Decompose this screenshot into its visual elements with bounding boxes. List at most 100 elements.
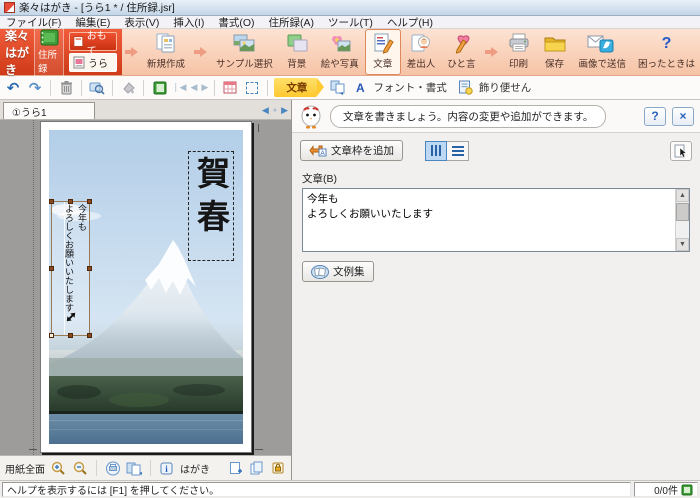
resize-handle-tl[interactable]	[49, 199, 54, 204]
text-button[interactable]: 文章	[364, 29, 401, 75]
multi-page-view-icon[interactable]	[126, 460, 143, 477]
guide-bubble: 文章を書きましょう。内容の変更や追加ができます。	[330, 104, 607, 128]
zoom-out-icon[interactable]	[72, 460, 89, 477]
copy-page-icon[interactable]	[248, 460, 265, 477]
resize-handle-br[interactable]	[87, 333, 92, 338]
sample-phrases-icon	[311, 264, 329, 279]
scrollbar-thumb[interactable]	[676, 203, 689, 221]
copy-frame-icon[interactable]	[329, 79, 347, 97]
resize-cursor-icon	[64, 310, 78, 324]
message-text-frame[interactable]: 今年も よろしくお願いいたします	[49, 199, 92, 338]
window-title: 楽々はがき - [うら1 * / 住所録.jsr]	[19, 2, 175, 14]
resize-handle-ml[interactable]	[49, 266, 54, 271]
print-icon	[507, 32, 531, 54]
address-book-status-icon	[681, 484, 693, 495]
resize-handle-bl[interactable]	[49, 333, 54, 338]
app-window: 楽々はがき - [うら1 * / 住所録.jsr] ファイル(F) 編集(E) …	[0, 0, 700, 498]
panel-toolbar: A 文章枠を追加	[292, 133, 700, 163]
nav-prev-icon[interactable]: ◀	[190, 82, 197, 93]
nav-first-icon[interactable]: ❘◀	[172, 82, 186, 93]
horizontal-text-toggle[interactable]	[447, 140, 469, 161]
resize-handle-bm[interactable]	[68, 333, 73, 338]
nav-next-icon[interactable]: ▶	[201, 82, 208, 93]
select-frame-icon[interactable]	[88, 79, 106, 97]
menu-format[interactable]: 書式(O)	[218, 15, 254, 30]
save-button[interactable]: 保存	[537, 29, 573, 75]
new-document-button[interactable]: 新規作成	[141, 29, 191, 75]
new-document-icon	[154, 32, 178, 54]
paper-type-label: はがき	[180, 464, 210, 476]
postcard-preview[interactable]: 賀春 今年も よろしくお願いいたします	[29, 121, 263, 453]
address-book-small-icon[interactable]	[150, 79, 168, 97]
text-icon	[371, 32, 395, 54]
frame-picker-button[interactable]	[670, 140, 692, 161]
canvas-area[interactable]: 賀春 今年も よろしくお願いいたします	[0, 120, 291, 455]
textarea-scrollbar[interactable]: ▲ ▼	[675, 189, 689, 251]
send-as-image-button[interactable]: 画像で送信	[573, 29, 633, 75]
undo-icon[interactable]: ↶	[4, 79, 22, 97]
menu-tools[interactable]: ツール(T)	[328, 15, 373, 30]
tab-next-icon[interactable]: ▶	[281, 105, 288, 116]
redo-icon[interactable]: ↷	[26, 79, 44, 97]
lock-page-icon[interactable]	[269, 460, 286, 477]
resize-handle-tm[interactable]	[68, 199, 73, 204]
text-field-label: 文章(B)	[302, 173, 337, 185]
crop-mark	[255, 449, 263, 450]
save-icon	[543, 32, 567, 54]
scroll-up-icon[interactable]: ▲	[676, 189, 689, 202]
paper-info-icon[interactable]: i	[158, 460, 175, 477]
one-word-icon	[449, 32, 473, 54]
main-toolbar: 楽々はがき 住所録 おもて うら 新規作成 サンプル選択 背景 絵や写真 文章 …	[0, 26, 700, 78]
sender-button[interactable]: 差出人	[401, 29, 442, 75]
stationery-label[interactable]: 飾り便せん	[479, 80, 532, 95]
greeting-text: 賀春	[191, 156, 231, 242]
menu-insert[interactable]: 挿入(I)	[173, 15, 204, 30]
tab-prev-icon[interactable]: ◀	[262, 105, 269, 116]
greeting-text-frame[interactable]: 賀春	[188, 151, 234, 261]
address-book-icon	[38, 29, 60, 46]
back-side-button[interactable]: うら	[69, 53, 118, 72]
data-table-icon[interactable]	[221, 79, 239, 97]
menu-help[interactable]: ヘルプ(H)	[387, 15, 433, 30]
pictures-photos-button[interactable]: 絵や写真	[315, 29, 365, 75]
vertical-text-toggle[interactable]	[425, 140, 447, 161]
flow-arrow-icon	[193, 45, 208, 59]
workspace: ①うら1 ◀ ● ▶ 賀春 今年も よろしくお願いいたします 用紙全面 i はが…	[0, 100, 700, 480]
crop-mark	[29, 449, 37, 450]
app-name-label: 楽々はがき	[5, 28, 30, 77]
status-bar: ヘルプを表示するには [F1] を押してください。 0/0件	[0, 480, 700, 498]
zoom-in-icon[interactable]	[50, 460, 67, 477]
help-button[interactable]: ? 困ったときは	[632, 29, 700, 75]
address-book-button[interactable]: 住所録	[34, 26, 65, 78]
panel-close-button[interactable]: ×	[672, 106, 694, 126]
add-page-icon[interactable]	[227, 460, 244, 477]
scroll-down-icon[interactable]: ▼	[676, 238, 689, 251]
background-button[interactable]: 背景	[279, 29, 315, 75]
flow-arrow-icon	[484, 45, 499, 59]
message-textarea[interactable]: 今年も よろしくお願いいたします	[303, 189, 675, 251]
send-as-image-icon	[587, 32, 617, 54]
svg-text:A: A	[320, 150, 325, 157]
print-preview-icon[interactable]	[104, 460, 121, 477]
font-icon[interactable]: A	[351, 79, 369, 97]
add-text-frame-button[interactable]: A 文章枠を追加	[300, 140, 403, 161]
marquee-select-icon[interactable]	[243, 79, 261, 97]
menu-addressbook[interactable]: 住所録(A)	[269, 15, 315, 30]
print-button[interactable]: 印刷	[501, 29, 537, 75]
sample-phrases-button[interactable]: 文例集	[302, 261, 374, 282]
font-format-label[interactable]: フォント・書式	[373, 80, 447, 95]
pictures-photos-icon	[328, 32, 352, 54]
text-mode-tab[interactable]: 文章	[274, 78, 325, 97]
one-word-button[interactable]: ひと言	[441, 29, 481, 75]
menu-view[interactable]: 表示(V)	[124, 15, 159, 30]
sample-select-button[interactable]: サンプル選択	[210, 29, 279, 75]
back-page-icon	[73, 56, 85, 69]
delete-icon[interactable]	[57, 79, 75, 97]
resize-handle-tr[interactable]	[87, 199, 92, 204]
page-tab[interactable]: ①うら1	[3, 102, 95, 119]
resize-handle-mr[interactable]	[87, 266, 92, 271]
front-side-button[interactable]: おもて	[69, 31, 118, 57]
canvas-pane: ①うら1 ◀ ● ▶ 賀春 今年も よろしくお願いいたします 用紙全面 i はが…	[0, 100, 291, 480]
panel-help-button[interactable]: ?	[644, 106, 666, 126]
stationery-icon[interactable]	[457, 79, 475, 97]
